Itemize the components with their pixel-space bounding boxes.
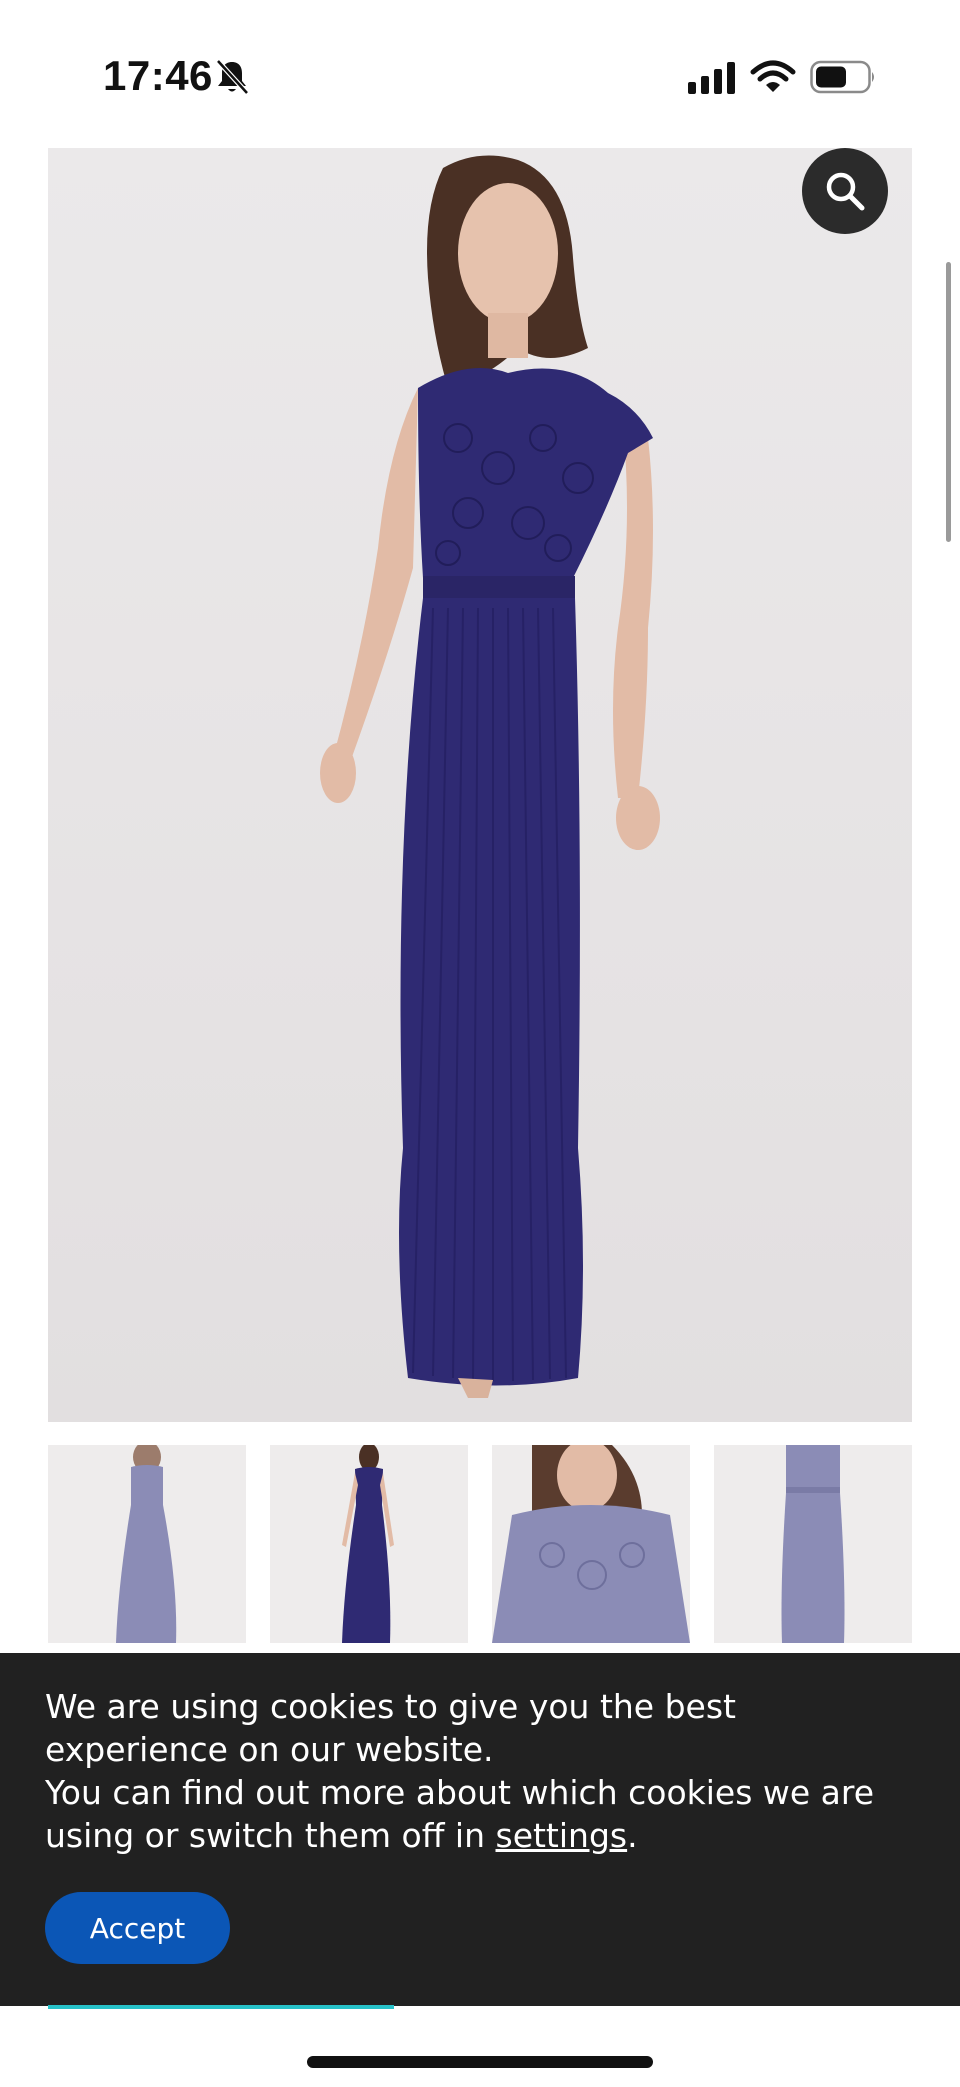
cookie-message: We are using cookies to give you the bes…	[45, 1685, 925, 1857]
status-bar: 17:46	[0, 0, 960, 150]
scroll-indicator[interactable]	[946, 262, 951, 542]
dress-model-illustration	[320, 155, 660, 1398]
settings-link[interactable]: settings	[496, 1816, 628, 1855]
bell-slash-icon	[216, 59, 249, 95]
cookie-message-line2-end: .	[627, 1816, 638, 1855]
accept-cookies-button[interactable]: Accept	[45, 1892, 230, 1964]
home-indicator[interactable]	[307, 2056, 653, 2068]
signal-icon	[688, 62, 735, 94]
zoom-button[interactable]	[802, 148, 888, 234]
thumbnail-dress-back-view[interactable]	[48, 1445, 246, 1643]
cookie-message-line2: You can find out more about which cookie…	[45, 1771, 925, 1857]
product-main-image[interactable]	[48, 148, 912, 1422]
cookie-message-line2-text: You can find out more about which cookie…	[45, 1773, 875, 1855]
accent-bar	[48, 2005, 394, 2009]
status-time: 17:46	[103, 52, 213, 99]
cookie-message-line1: We are using cookies to give you the bes…	[45, 1687, 736, 1769]
search-icon	[826, 172, 865, 211]
thumbnail-dress-front-view[interactable]	[270, 1445, 468, 1643]
thumbnail-dress-lace-detail[interactable]	[492, 1445, 690, 1643]
cookie-banner: We are using cookies to give you the bes…	[0, 1653, 960, 2006]
battery-icon	[810, 60, 874, 94]
wifi-icon	[750, 60, 796, 92]
thumbnail-strip	[48, 1445, 912, 1645]
thumbnail-dress-flat-view[interactable]	[714, 1445, 912, 1643]
